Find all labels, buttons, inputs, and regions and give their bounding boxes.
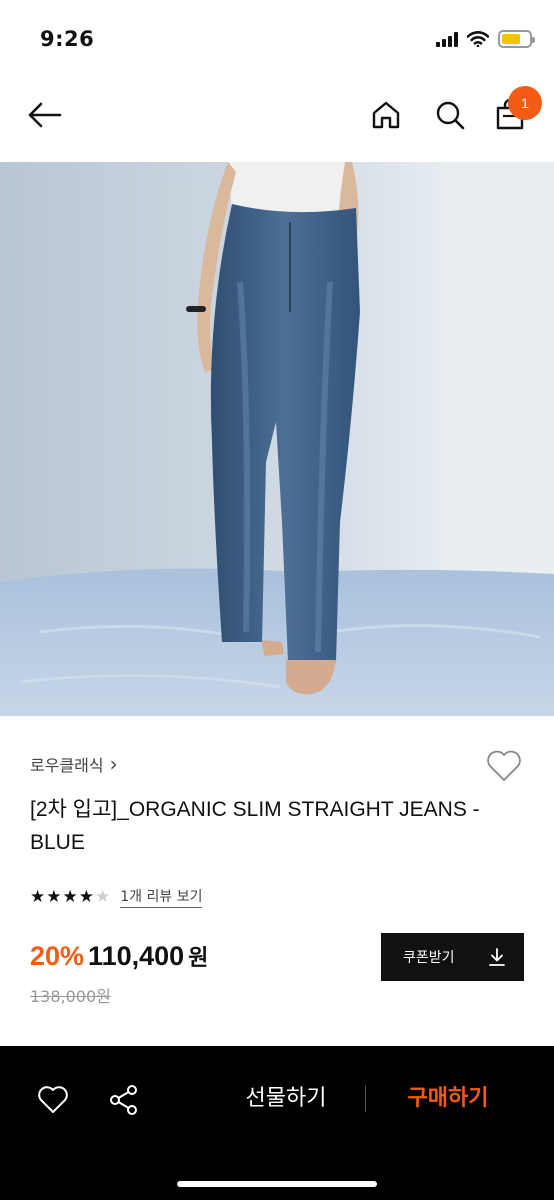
divider — [365, 1086, 366, 1112]
coupon-label: 쿠폰받기 — [403, 950, 455, 966]
bottom-wishlist-button[interactable] — [35, 1082, 71, 1118]
star-filled-icon: ★ — [46, 886, 62, 907]
status-bar: 9:26 — [0, 0, 554, 80]
cellular-signal-icon — [436, 31, 458, 47]
price-row: 20% 110,400 원 — [30, 940, 208, 972]
share-button[interactable] — [106, 1082, 142, 1118]
home-indicator — [177, 1181, 377, 1187]
star-filled-icon: ★ — [30, 886, 46, 907]
wifi-icon — [467, 31, 489, 47]
star-empty-icon: ★ — [95, 886, 111, 907]
search-button[interactable] — [430, 95, 470, 135]
discount-rate: 20% — [30, 941, 85, 971]
coupon-download-button[interactable]: 쿠폰받기 — [381, 933, 524, 981]
battery-icon — [498, 30, 535, 48]
heart-icon — [38, 1086, 68, 1113]
brand-name: 로우클래식 — [30, 756, 104, 775]
home-icon — [372, 101, 400, 129]
gift-button[interactable]: 선물하기 — [236, 1080, 336, 1112]
back-button[interactable] — [24, 95, 64, 135]
star-filled-icon: ★ — [62, 886, 78, 907]
cart-count-badge: 1 — [508, 86, 542, 120]
rating-stars: ★ ★ ★ ★ ★ — [30, 886, 111, 907]
price-unit: 원 — [188, 946, 209, 971]
product-photo — [0, 162, 554, 716]
top-nav — [0, 80, 554, 162]
status-time: 9:26 — [40, 27, 95, 51]
star-filled-icon: ★ — [78, 886, 94, 907]
status-icons — [436, 30, 535, 48]
sale-price: 110,400 — [88, 941, 185, 971]
wishlist-button[interactable] — [484, 746, 524, 786]
brand-link[interactable]: 로우클래식 › — [30, 752, 118, 776]
heart-icon — [487, 750, 521, 781]
download-icon — [489, 948, 505, 966]
search-icon — [436, 101, 465, 130]
chevron-right-icon: › — [109, 752, 118, 776]
review-link[interactable]: 1개 리뷰 보기 — [120, 886, 203, 908]
home-button[interactable] — [366, 95, 406, 135]
product-image[interactable] — [0, 162, 554, 716]
product-title: [2차 입고]_ORGANIC SLIM STRAIGHT JEANS - BL… — [30, 798, 480, 854]
bottom-action-bar: 선물하기 구매하기 — [0, 1046, 554, 1200]
share-icon — [110, 1085, 137, 1115]
arrow-left-icon — [28, 102, 62, 128]
battery-level — [502, 34, 521, 44]
rating-row: ★ ★ ★ ★ ★ 1개 리뷰 보기 — [30, 886, 203, 908]
buy-button[interactable]: 구매하기 — [398, 1080, 498, 1112]
original-price: 138,000원 — [30, 987, 111, 1006]
